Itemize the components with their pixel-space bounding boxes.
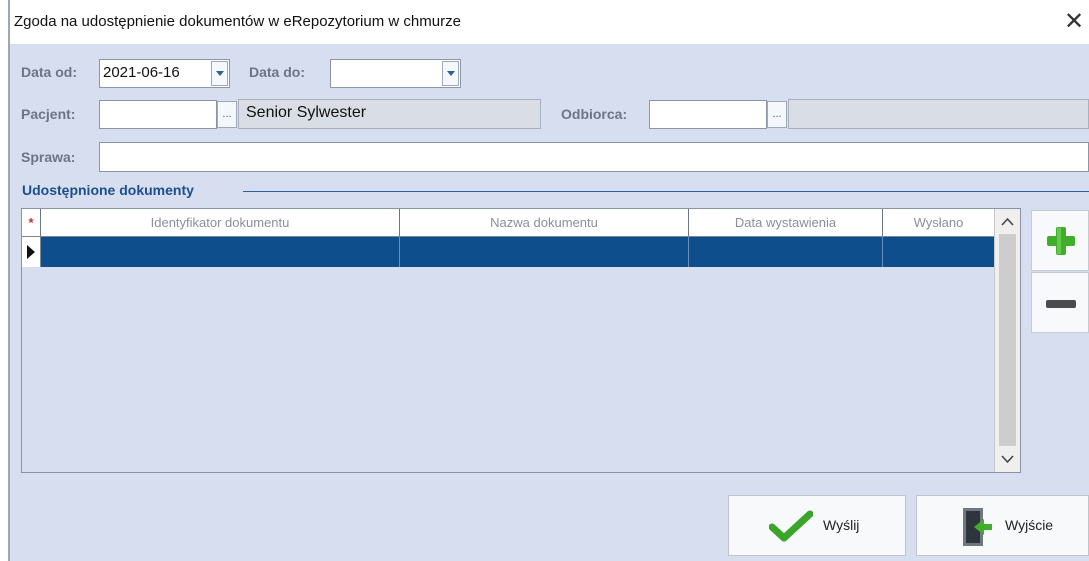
scrollbar-thumb[interactable] bbox=[999, 234, 1016, 446]
pacjent-name: Senior Sylwester bbox=[246, 104, 367, 121]
data-do-label: Data do: bbox=[249, 64, 305, 80]
remove-document-button[interactable] bbox=[1031, 272, 1089, 333]
odbiorca-lookup-button[interactable]: ... bbox=[767, 101, 787, 128]
table-row[interactable] bbox=[22, 237, 994, 267]
sprawa-input[interactable] bbox=[99, 142, 1089, 172]
odbiorca-label: Odbiorca: bbox=[561, 106, 628, 122]
column-header-nazwa[interactable]: Nazwa dokumentu bbox=[400, 209, 689, 236]
sprawa-label: Sprawa: bbox=[21, 149, 76, 165]
grid-header: * Identyfikator dokumentu Nazwa dokument… bbox=[22, 209, 994, 237]
row-pointer-icon bbox=[27, 245, 35, 259]
section-title: Udostępnione dokumenty bbox=[22, 182, 194, 198]
exit-button[interactable]: Wyjście bbox=[916, 495, 1089, 556]
new-row-marker: * bbox=[22, 209, 41, 236]
cell-nazwa[interactable] bbox=[400, 237, 689, 267]
cell-wyslano[interactable] bbox=[883, 237, 994, 267]
plus-icon bbox=[1047, 227, 1075, 255]
pacjent-label: Pacjent: bbox=[21, 106, 76, 122]
data-do-dropdown-icon[interactable] bbox=[442, 61, 459, 86]
odbiorca-code-input[interactable] bbox=[649, 100, 767, 129]
pacjent-code-input[interactable] bbox=[99, 100, 217, 129]
cell-identyfikator[interactable] bbox=[41, 237, 400, 267]
checkmark-icon bbox=[769, 510, 813, 542]
data-do-field[interactable] bbox=[330, 59, 461, 88]
exit-door-icon bbox=[963, 508, 992, 546]
pacjent-lookup-button[interactable]: ... bbox=[217, 101, 237, 128]
data-od-field[interactable]: 2021-06-16 bbox=[99, 59, 230, 88]
pacjent-name-field: Senior Sylwester bbox=[238, 99, 541, 129]
dialog-title: Zgoda na udostępnienie dokumentów w eRep… bbox=[14, 13, 461, 30]
add-document-button[interactable] bbox=[1031, 210, 1089, 271]
send-label: Wyślij bbox=[823, 517, 860, 533]
minus-icon bbox=[1046, 300, 1076, 308]
column-header-identyfikator[interactable]: Identyfikator dokumentu bbox=[41, 209, 400, 236]
send-button[interactable]: Wyślij bbox=[728, 495, 906, 556]
exit-label: Wyjście bbox=[1005, 517, 1054, 533]
section-divider bbox=[243, 191, 1089, 192]
scroll-down-icon[interactable] bbox=[1001, 455, 1014, 464]
cell-data[interactable] bbox=[689, 237, 883, 267]
row-indicator bbox=[22, 237, 41, 267]
data-od-dropdown-icon[interactable] bbox=[211, 61, 228, 86]
documents-grid[interactable]: * Identyfikator dokumentu Nazwa dokument… bbox=[21, 208, 1021, 473]
data-od-value: 2021-06-16 bbox=[103, 64, 180, 81]
dialog-titlebar: Zgoda na udostępnienie dokumentów w eRep… bbox=[0, 0, 1089, 44]
close-icon[interactable]: ✕ bbox=[1064, 8, 1084, 36]
data-od-label: Data od: bbox=[21, 64, 77, 80]
odbiorca-name-field bbox=[788, 99, 1089, 129]
column-header-wyslano[interactable]: Wysłano bbox=[883, 209, 994, 236]
grid-vertical-scrollbar[interactable] bbox=[994, 209, 1020, 472]
column-header-data[interactable]: Data wystawienia bbox=[689, 209, 883, 236]
scroll-up-icon[interactable] bbox=[1001, 217, 1014, 226]
